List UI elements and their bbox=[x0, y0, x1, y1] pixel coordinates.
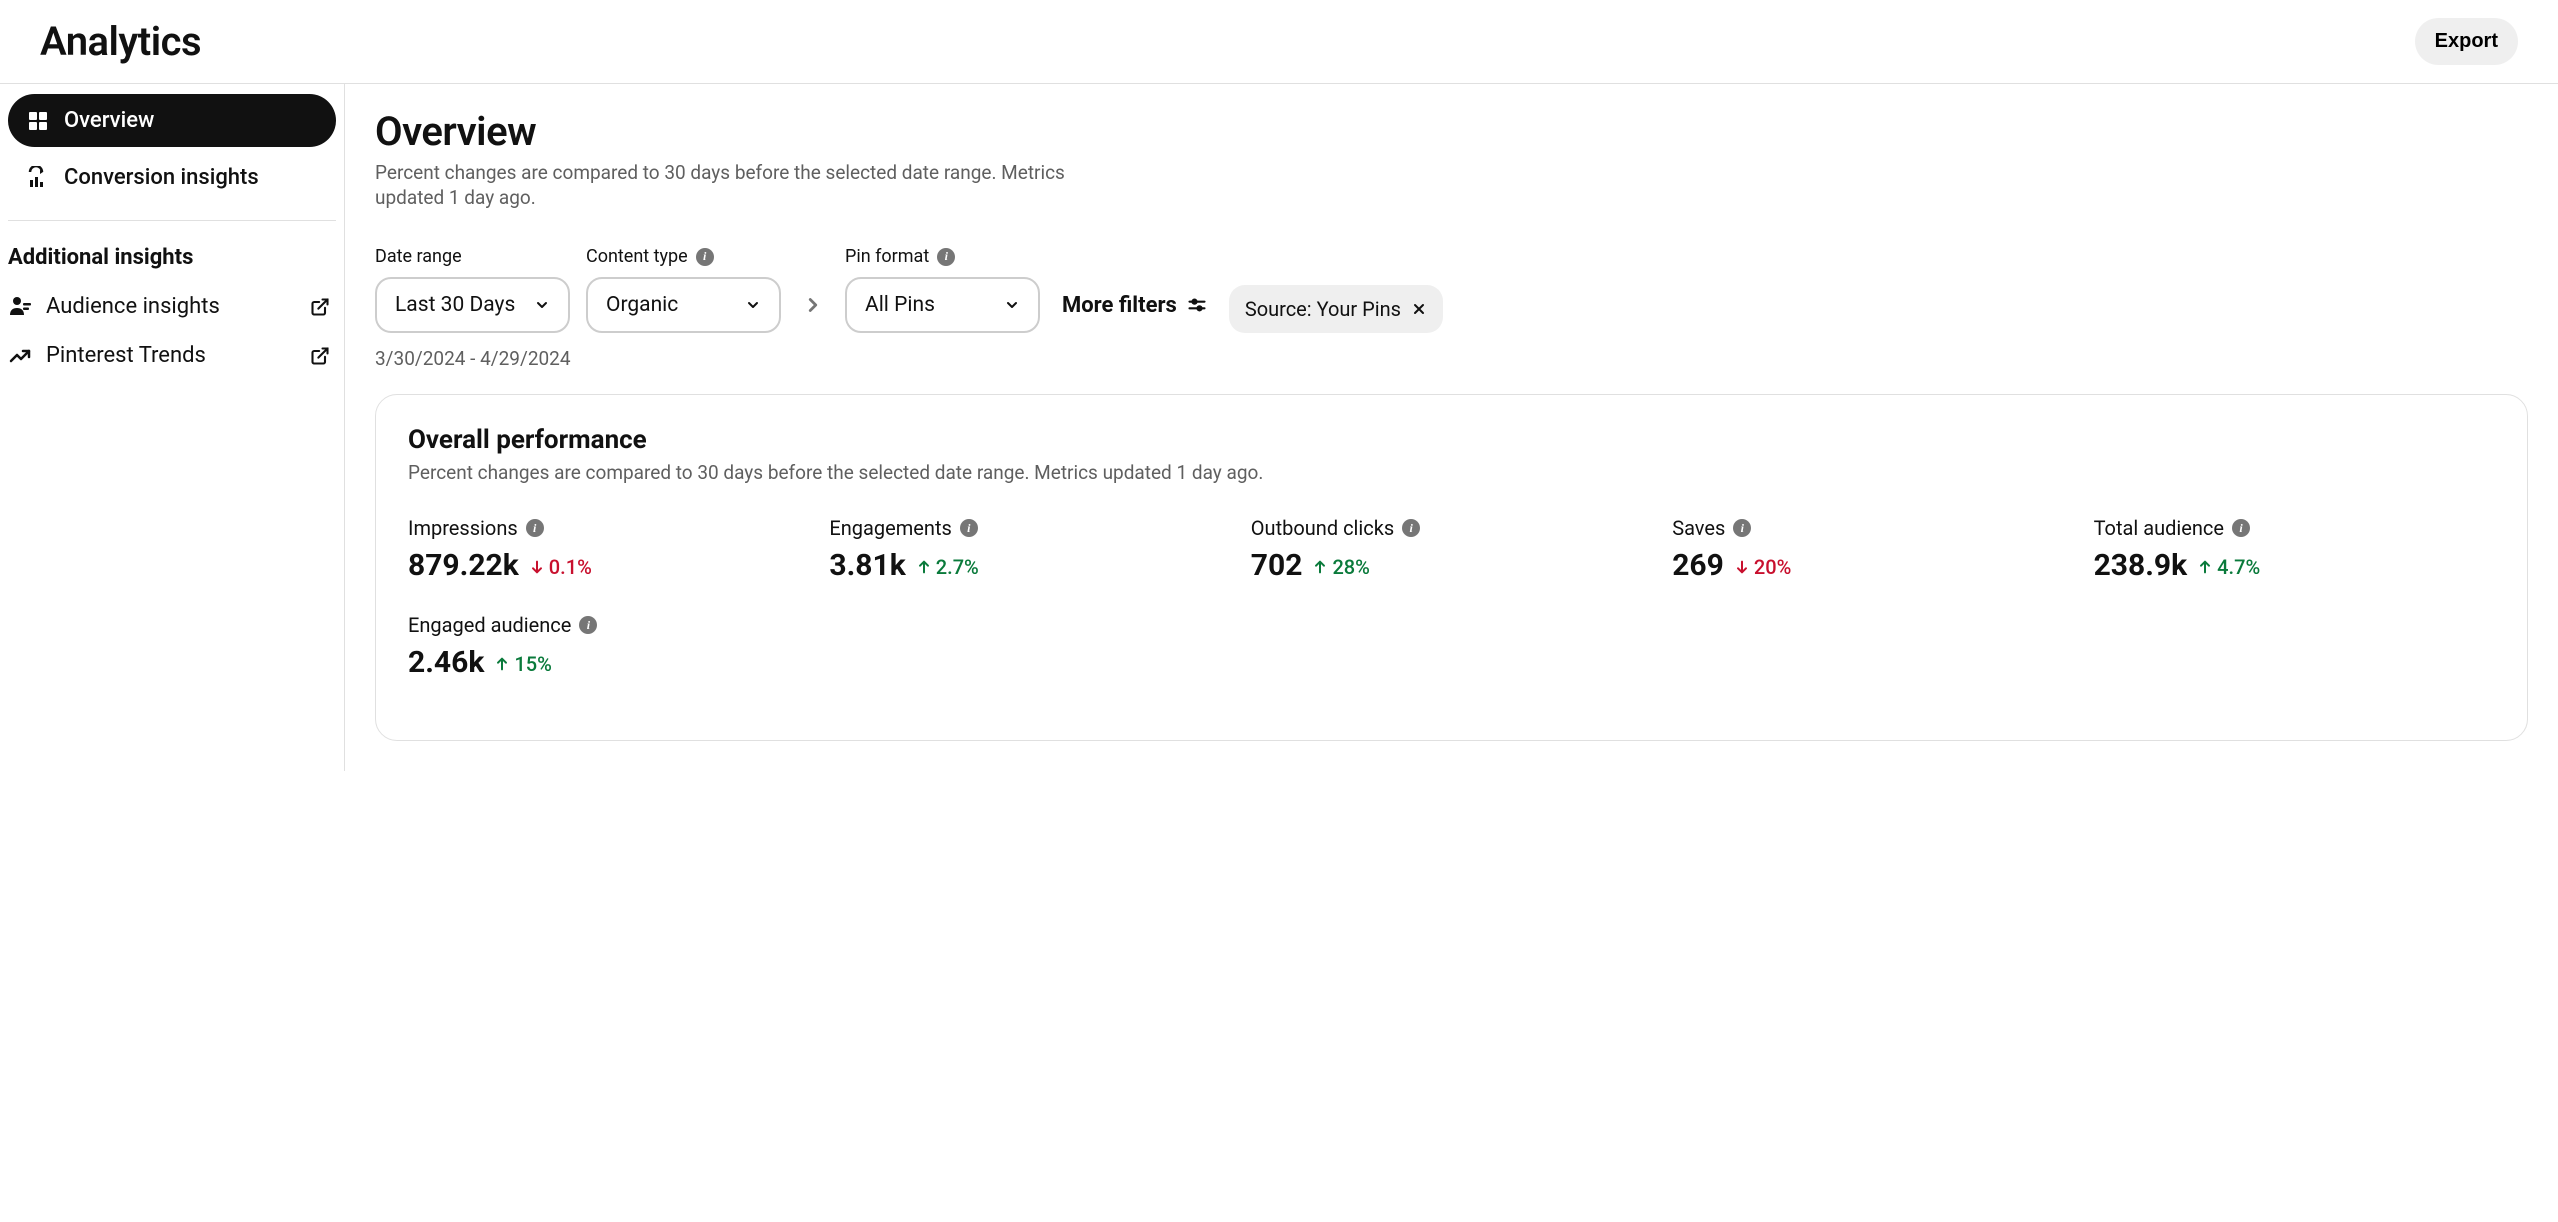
sidebar-item-label: Pinterest Trends bbox=[46, 343, 206, 368]
sidebar-item-label: Overview bbox=[64, 108, 154, 133]
metric-label: Outbound clicks bbox=[1251, 516, 1394, 540]
sidebar-item-label: Conversion insights bbox=[64, 165, 259, 190]
arrow-up-icon bbox=[494, 656, 510, 672]
divider bbox=[8, 220, 336, 221]
filter-label: Content type bbox=[586, 246, 688, 267]
metric-change: 28% bbox=[1312, 555, 1369, 579]
dropdown-value: Last 30 Days bbox=[395, 293, 515, 317]
metric-change: 15% bbox=[494, 652, 551, 676]
close-icon[interactable] bbox=[1411, 301, 1427, 317]
trends-icon bbox=[8, 344, 32, 368]
chip-label: Source: Your Pins bbox=[1245, 297, 1401, 321]
grid-icon bbox=[26, 109, 50, 133]
dropdown-value: Organic bbox=[606, 293, 678, 317]
content-type-dropdown[interactable]: Organic bbox=[586, 277, 781, 333]
arrow-down-icon bbox=[529, 559, 545, 575]
metric-label: Total audience bbox=[2094, 516, 2224, 540]
sidebar-item-pinterest-trends[interactable]: Pinterest Trends bbox=[8, 331, 336, 380]
chevron-down-icon bbox=[534, 297, 550, 313]
info-icon[interactable]: i bbox=[526, 519, 544, 537]
more-filters-button[interactable]: More filters bbox=[1056, 277, 1213, 333]
main-title: Overview bbox=[375, 108, 2528, 155]
arrow-down-icon bbox=[1734, 559, 1750, 575]
info-icon[interactable]: i bbox=[696, 248, 714, 266]
chevron-right-icon bbox=[797, 277, 829, 333]
export-button[interactable]: Export bbox=[2415, 18, 2518, 65]
conversion-icon bbox=[26, 166, 50, 190]
performance-title: Overall performance bbox=[408, 425, 2495, 455]
sidebar-section-heading: Additional insights bbox=[8, 237, 336, 282]
info-icon[interactable]: i bbox=[960, 519, 978, 537]
external-link-icon bbox=[310, 346, 330, 366]
metric-value: 269 bbox=[1672, 548, 1724, 583]
filter-label: Date range bbox=[375, 246, 462, 267]
metric-label: Engaged audience bbox=[408, 613, 571, 637]
metric-label: Saves bbox=[1672, 516, 1725, 540]
more-filters-label: More filters bbox=[1062, 293, 1177, 318]
info-icon[interactable]: i bbox=[1733, 519, 1751, 537]
sidebar-item-label: Audience insights bbox=[46, 294, 220, 319]
filters-row: Date range Last 30 Days Content type i O… bbox=[375, 246, 2528, 333]
info-icon[interactable]: i bbox=[579, 616, 597, 634]
metric-engaged-audience[interactable]: Engaged audience i 2.46k 15% bbox=[408, 613, 809, 680]
sidebar-item-audience-insights[interactable]: Audience insights bbox=[8, 282, 336, 331]
pin-format-dropdown[interactable]: All Pins bbox=[845, 277, 1040, 333]
sidebar: Overview Conversion insights Additional … bbox=[0, 84, 345, 771]
chevron-down-icon bbox=[1004, 297, 1020, 313]
filter-content-type: Content type i Organic bbox=[586, 246, 781, 333]
sidebar-item-conversion-insights[interactable]: Conversion insights bbox=[8, 151, 336, 204]
main-content: Overview Percent changes are compared to… bbox=[345, 84, 2558, 771]
arrow-up-icon bbox=[916, 559, 932, 575]
metric-total-audience[interactable]: Total audience i 238.9k 4.7% bbox=[2094, 516, 2495, 583]
arrow-up-icon bbox=[1312, 559, 1328, 575]
performance-card: Overall performance Percent changes are … bbox=[375, 394, 2528, 741]
external-link-icon bbox=[310, 297, 330, 317]
date-range-text: 3/30/2024 - 4/29/2024 bbox=[375, 347, 2528, 370]
sliders-icon bbox=[1187, 295, 1207, 315]
metric-value: 2.46k bbox=[408, 645, 484, 680]
page-title: Analytics bbox=[40, 18, 201, 65]
performance-subtext: Percent changes are compared to 30 days … bbox=[408, 461, 2495, 486]
metrics-grid: Impressions i 879.22k 0.1% bbox=[408, 516, 2495, 680]
info-icon[interactable]: i bbox=[937, 248, 955, 266]
metric-value: 702 bbox=[1251, 548, 1303, 583]
filter-label: Pin format bbox=[845, 246, 929, 267]
main-subtext: Percent changes are compared to 30 days … bbox=[375, 161, 1075, 210]
filter-pin-format: Pin format i All Pins bbox=[845, 246, 1040, 333]
metric-label: Engagements bbox=[829, 516, 951, 540]
info-icon[interactable]: i bbox=[2232, 519, 2250, 537]
metric-change: 4.7% bbox=[2197, 555, 2260, 579]
arrow-up-icon bbox=[2197, 559, 2213, 575]
metric-change: 0.1% bbox=[529, 555, 592, 579]
metric-value: 238.9k bbox=[2094, 548, 2188, 583]
metric-engagements[interactable]: Engagements i 3.81k 2.7% bbox=[829, 516, 1230, 583]
metric-saves[interactable]: Saves i 269 20% bbox=[1672, 516, 2073, 583]
metric-value: 879.22k bbox=[408, 548, 519, 583]
metric-change: 2.7% bbox=[916, 555, 979, 579]
metric-impressions[interactable]: Impressions i 879.22k 0.1% bbox=[408, 516, 809, 583]
metric-label: Impressions bbox=[408, 516, 518, 540]
info-icon[interactable]: i bbox=[1402, 519, 1420, 537]
filter-date-range: Date range Last 30 Days bbox=[375, 246, 570, 333]
sidebar-item-overview[interactable]: Overview bbox=[8, 94, 336, 147]
dropdown-value: All Pins bbox=[865, 293, 935, 317]
metric-value: 3.81k bbox=[829, 548, 905, 583]
filter-chip-source: Source: Your Pins bbox=[1229, 285, 1443, 333]
audience-icon bbox=[8, 295, 32, 319]
chevron-down-icon bbox=[745, 297, 761, 313]
metric-change: 20% bbox=[1734, 555, 1791, 579]
date-range-dropdown[interactable]: Last 30 Days bbox=[375, 277, 570, 333]
metric-outbound-clicks[interactable]: Outbound clicks i 702 28% bbox=[1251, 516, 1652, 583]
